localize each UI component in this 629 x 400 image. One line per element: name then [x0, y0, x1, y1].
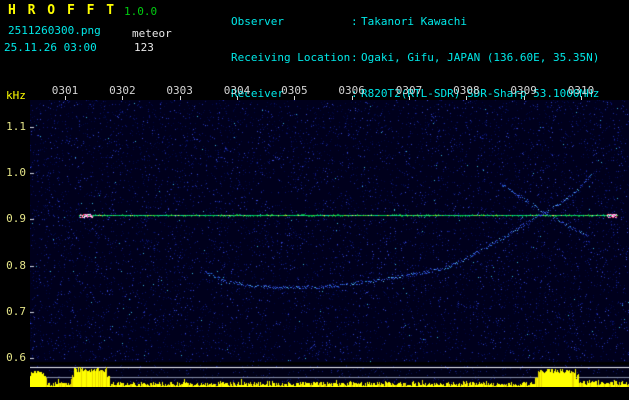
y-tick-label: 0.9 [6, 212, 26, 226]
info-label: Receiving Location [230, 51, 351, 64]
info-colon: : [350, 15, 358, 28]
info-label: Observer [230, 15, 284, 28]
y-tick-label: 0.7 [6, 304, 26, 318]
x-axis: 0301 0302 0303 0304 0305 0306 0307 0308 0309 0310 [0, 84, 629, 100]
y-axis: kHz 1.1 1.0 0.9 0.8 0.7 0.6 [0, 0, 30, 400]
y-tick-label: 1.0 [6, 166, 26, 180]
app-version: 1.0.0 [124, 5, 158, 18]
info-row-observer: Observer: Takanori Kawachi [178, 4, 599, 40]
echo-count: 123 [134, 41, 154, 54]
info-value: Ogaki, Gifu, JAPAN (136.60E, 35.35N) [360, 51, 600, 64]
y-axis-unit: kHz [6, 89, 26, 102]
spectrogram-canvas [30, 100, 629, 387]
y-tick-label: 0.6 [6, 351, 26, 364]
mode-label: meteor [132, 27, 172, 40]
info-value: Takanori Kawachi [360, 15, 467, 28]
y-tick-label: 1.1 [6, 120, 26, 133]
info-colon: : [350, 51, 358, 64]
info-row-location: Receiving Location: Ogaki, Gifu, JAPAN (1… [178, 40, 599, 76]
hrofft-screen: H R O F F T 1.0.0 2511260300.png meteor … [0, 0, 629, 400]
y-tick-label: 0.8 [6, 258, 26, 272]
